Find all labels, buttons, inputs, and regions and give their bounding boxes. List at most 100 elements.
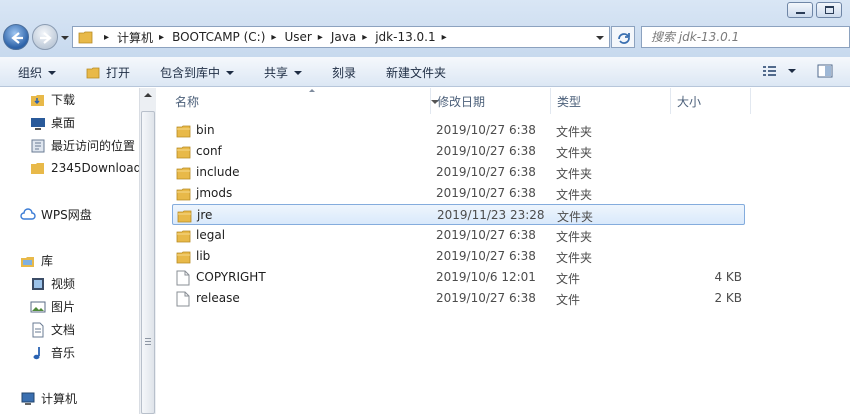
nav-item-computer[interactable]: 计算机	[20, 390, 77, 407]
breadcrumb-separator[interactable]: ▸	[104, 32, 109, 43]
folder-icon	[176, 186, 192, 204]
file-row[interactable]: bin 2019/10/27 6:38 文件夹	[172, 120, 745, 141]
nav-item-videos[interactable]: 视频	[30, 275, 75, 292]
arrow-right-icon	[40, 32, 52, 44]
file-row[interactable]: release 2019/10/27 6:38 文件 2 KB	[172, 288, 745, 309]
include-in-library-label: 包含到库中	[160, 66, 221, 80]
address-dropdown-icon[interactable]	[595, 33, 605, 43]
refresh-button[interactable]	[611, 26, 635, 48]
file-modified-date: 2019/10/27 6:38	[436, 144, 536, 158]
breadcrumb-separator[interactable]: ▸	[362, 32, 367, 43]
file-row[interactable]: lib 2019/10/27 6:38 文件夹	[172, 246, 745, 267]
file-row-selected[interactable]: jre 2019/11/23 23:28 文件夹	[172, 204, 745, 225]
file-size: 4 KB	[714, 270, 742, 284]
file-name: bin	[196, 123, 215, 137]
breadcrumb-separator[interactable]: ▸	[159, 32, 164, 43]
organize-menu[interactable]: 组织	[18, 64, 57, 81]
file-type: 文件夹	[556, 125, 593, 139]
open-label: 打开	[106, 66, 131, 80]
new-folder-button[interactable]: 新建文件夹	[386, 64, 446, 81]
column-label: 名称	[175, 94, 200, 109]
file-row[interactable]: conf 2019/10/27 6:38 文件夹	[172, 141, 745, 162]
file-modified-date: 2019/10/6 12:01	[436, 270, 536, 284]
file-row[interactable]: include 2019/10/27 6:38 文件夹	[172, 162, 745, 183]
file-name: COPYRIGHT	[196, 270, 266, 284]
nav-label: 图片	[51, 300, 76, 314]
file-row[interactable]: legal 2019/10/27 6:38 文件夹	[172, 225, 745, 246]
file-row[interactable]: COPYRIGHT 2019/10/6 12:01 文件 4 KB	[172, 267, 745, 288]
nav-scrollbar[interactable]	[139, 88, 156, 414]
share-label: 共享	[264, 66, 289, 80]
title-address-area: ▸ 计算机 ▸ BOOTCAMP (C:) ▸ User ▸ Java ▸ jd…	[0, 0, 850, 57]
column-header-type[interactable]: 类型	[551, 88, 671, 114]
music-note-icon	[33, 346, 40, 359]
maximize-button[interactable]	[816, 2, 842, 18]
forward-button[interactable]	[32, 24, 58, 50]
burn-label: 刻录	[332, 66, 357, 80]
file-icon	[176, 291, 190, 310]
nav-item-library[interactable]: 库	[20, 252, 53, 269]
column-header-size[interactable]: 大小	[671, 88, 751, 114]
grip-icon	[145, 338, 151, 345]
folder-icon	[31, 163, 44, 174]
search-box[interactable]	[641, 26, 850, 48]
nav-label: 计算机	[41, 392, 78, 406]
include-in-library-menu[interactable]: 包含到库中	[160, 64, 235, 81]
file-name: jre	[197, 208, 213, 222]
nav-item-recent[interactable]: 最近访问的位置	[30, 137, 135, 154]
nav-label: WPS网盘	[41, 208, 92, 222]
file-icon	[176, 291, 190, 307]
breadcrumb-separator[interactable]: ▸	[442, 32, 447, 43]
recent-places-icon	[31, 139, 45, 152]
file-modified-date: 2019/10/27 6:38	[436, 291, 536, 305]
nav-item-pictures[interactable]: 图片	[30, 298, 75, 315]
scroll-thumb[interactable]	[141, 111, 155, 414]
file-type: 文件夹	[556, 146, 593, 160]
breadcrumb-separator[interactable]: ▸	[271, 32, 276, 43]
chevron-down-icon	[788, 69, 796, 73]
nav-item-downloads[interactable]: 下载	[30, 91, 75, 108]
file-modified-date: 2019/10/27 6:38	[436, 186, 536, 200]
computer-icon	[21, 392, 35, 405]
nav-item-wps-cloud[interactable]: WPS网盘	[20, 206, 92, 223]
view-list-icon	[763, 66, 776, 76]
column-header-name[interactable]: 名称	[169, 88, 439, 114]
nav-item-2345download[interactable]: 2345Download	[30, 160, 139, 176]
scroll-up-arrow-icon[interactable]	[144, 93, 152, 97]
search-input[interactable]	[642, 27, 832, 47]
file-modified-date: 2019/10/27 6:38	[436, 123, 536, 137]
folder-icon	[176, 249, 192, 267]
maximize-icon	[825, 6, 834, 14]
back-button[interactable]	[3, 24, 29, 50]
address-bar[interactable]: ▸ 计算机 ▸ BOOTCAMP (C:) ▸ User ▸ Java ▸ jd…	[72, 26, 610, 48]
view-options-menu[interactable]	[762, 64, 796, 78]
breadcrumb-drive[interactable]: BOOTCAMP (C:)	[172, 30, 265, 44]
preview-pane-button[interactable]	[817, 64, 833, 78]
nav-label: 2345Download	[51, 161, 139, 175]
file-name: jmods	[196, 186, 233, 200]
file-name: include	[196, 165, 240, 179]
burn-button[interactable]: 刻录	[332, 64, 356, 81]
breadcrumb-computer[interactable]: 计算机	[117, 29, 153, 46]
minimize-button[interactable]	[787, 2, 813, 18]
column-header-modified[interactable]: 修改日期	[431, 88, 551, 114]
file-size: 2 KB	[714, 291, 742, 305]
folder-icon	[176, 146, 191, 159]
breadcrumb-user[interactable]: User	[284, 30, 311, 44]
breadcrumb-separator[interactable]: ▸	[318, 32, 323, 43]
breadcrumb-java[interactable]: Java	[331, 30, 356, 44]
folder-icon	[176, 167, 191, 180]
recent-pages-dropdown-icon[interactable]	[60, 33, 70, 43]
file-type: 文件	[556, 293, 581, 307]
file-row[interactable]: jmods 2019/10/27 6:38 文件夹	[172, 183, 745, 204]
open-button[interactable]: 打开	[86, 64, 130, 81]
nav-item-desktop[interactable]: 桌面	[30, 114, 75, 131]
folder-icon	[176, 251, 191, 264]
nav-item-documents[interactable]: 文档	[30, 321, 75, 338]
share-menu[interactable]: 共享	[264, 64, 303, 81]
nav-item-music[interactable]: 音乐	[30, 344, 75, 361]
arrow-left-icon	[11, 32, 23, 44]
nav-label: 音乐	[51, 346, 76, 360]
nav-label: 最近访问的位置	[51, 139, 136, 153]
breadcrumb-jdk[interactable]: jdk-13.0.1	[375, 30, 435, 44]
